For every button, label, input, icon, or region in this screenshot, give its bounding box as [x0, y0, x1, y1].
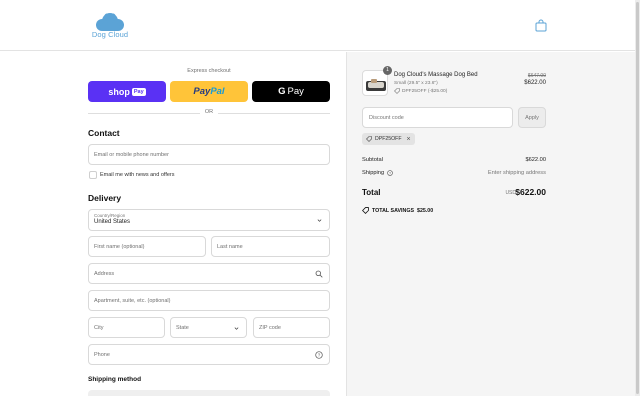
svg-text:?: ?: [389, 171, 391, 175]
google-g-icon: G: [278, 86, 286, 97]
shop-pay-text: shop: [108, 86, 130, 97]
newsletter-checkbox[interactable]: [89, 171, 97, 179]
subtotal-value: $622.00: [525, 157, 546, 163]
zip-field[interactable]: ZIP code: [253, 317, 330, 338]
contact-title: Contact: [88, 128, 120, 138]
email-placeholder: Email or mobile phone number: [94, 151, 169, 158]
total-value: $622.00: [515, 187, 546, 197]
product-discount: DPF25OFF (-$25.00): [394, 88, 447, 94]
phone-field[interactable]: Phone ?: [88, 344, 330, 365]
shipping-value: Enter shipping address: [487, 170, 546, 176]
apartment-field[interactable]: Apartment, suite, etc. (optional): [88, 290, 330, 311]
email-field[interactable]: Email or mobile phone number: [88, 144, 330, 165]
tag-icon: [362, 207, 369, 214]
apartment-placeholder: Apartment, suite, etc. (optional): [94, 297, 171, 304]
first-name-field[interactable]: First name (optional): [88, 236, 206, 257]
paypal-text-1: Pay: [193, 86, 211, 97]
newsletter-label: Email me with news and offers: [100, 172, 175, 178]
state-select[interactable]: State: [170, 317, 247, 338]
applied-discount-tag: DPF25OFF ×: [362, 133, 415, 145]
product-discount-text: DPF25OFF (-$25.00): [402, 88, 448, 94]
help-icon[interactable]: ?: [315, 351, 323, 359]
discount-placeholder: Discount code: [369, 114, 404, 121]
country-label: Country/Region: [94, 213, 126, 218]
state-placeholder: State: [176, 324, 189, 331]
shopping-bag-icon[interactable]: [535, 19, 547, 32]
google-pay-text: Pay: [287, 86, 304, 97]
paypal-text-2: Pal: [210, 86, 225, 97]
shipping-method-title: Shipping method: [88, 376, 142, 383]
address-field[interactable]: Address: [88, 263, 330, 284]
tag-icon: [366, 136, 372, 142]
search-icon: [315, 270, 323, 278]
shop-pay-button[interactable]: shop Pay: [88, 81, 166, 102]
total-label: Total: [362, 188, 381, 197]
header: Dog Cloud: [0, 0, 640, 51]
last-name-placeholder: Last name: [217, 243, 243, 250]
original-price: $647.00: [527, 73, 546, 79]
delivery-title: Delivery: [88, 193, 122, 203]
shipping-row: Shipping ?: [362, 170, 393, 176]
google-pay-button[interactable]: G Pay: [252, 81, 330, 102]
city-placeholder: City: [94, 324, 104, 331]
tag-icon: [394, 88, 400, 94]
final-price: $622.00: [524, 80, 546, 86]
or-divider: OR: [88, 109, 330, 116]
product-variant: Small (29.5" x 23.6"): [394, 81, 438, 86]
brand-name: Dog Cloud: [91, 30, 129, 39]
svg-text:?: ?: [318, 353, 321, 358]
zip-placeholder: ZIP code: [259, 324, 281, 331]
shipping-method-box: [88, 390, 330, 396]
help-icon[interactable]: ?: [387, 170, 393, 176]
last-name-field[interactable]: Last name: [211, 236, 330, 257]
address-placeholder: Address: [94, 270, 115, 277]
total-savings: TOTAL SAVINGS $25.00: [362, 207, 433, 214]
first-name-placeholder: First name (optional): [94, 243, 145, 250]
apply-button[interactable]: Apply: [518, 107, 546, 128]
scrollbar[interactable]: [635, 0, 640, 396]
shop-pay-badge: Pay: [131, 87, 146, 96]
subtotal-label: Subtotal: [362, 157, 383, 163]
remove-discount-icon[interactable]: ×: [407, 136, 411, 143]
chevron-down-icon: [317, 219, 322, 222]
savings-value: $25.00: [417, 207, 434, 214]
shipping-label: Shipping: [362, 170, 385, 176]
discount-code-input[interactable]: Discount code: [362, 107, 513, 128]
quantity-badge: 1: [383, 66, 392, 75]
scrollbar-thumb[interactable]: [636, 2, 639, 394]
city-field[interactable]: City: [88, 317, 165, 338]
country-select[interactable]: Country/Region United States: [88, 209, 330, 231]
or-text: OR: [204, 109, 214, 115]
applied-code: DPF25OFF: [375, 136, 402, 142]
order-summary-panel: [346, 52, 640, 396]
chevron-down-icon: [234, 327, 239, 330]
product-name: Dog Cloud's Massage Dog Bed: [394, 72, 478, 78]
paypal-button[interactable]: Pay Pal: [170, 81, 248, 102]
savings-label: TOTAL SAVINGS: [372, 207, 414, 214]
country-value: United States: [94, 219, 131, 225]
express-checkout-label: Express checkout: [187, 68, 231, 74]
dog-bed-image-icon: [366, 79, 386, 91]
phone-placeholder: Phone: [94, 351, 110, 358]
